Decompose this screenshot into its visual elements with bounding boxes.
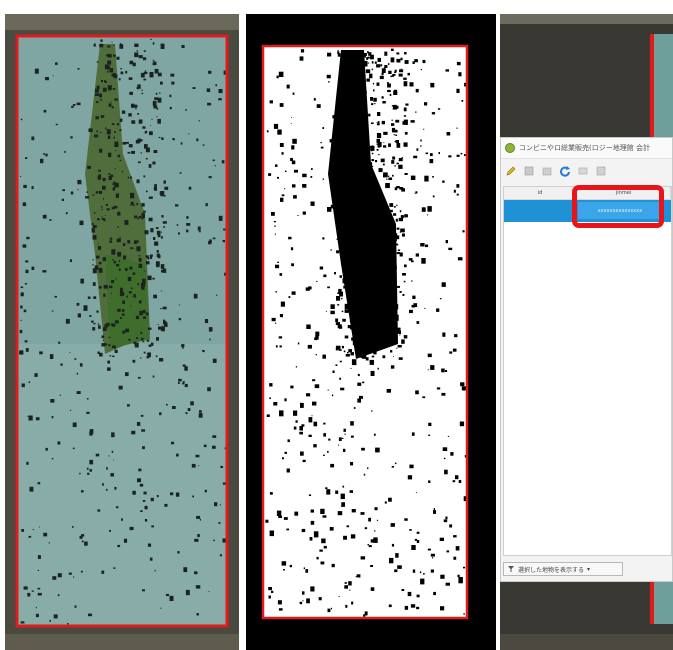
dropdown-arrow-icon: ▾: [587, 565, 591, 573]
toolbar: [501, 159, 672, 183]
filter-icon[interactable]: [577, 165, 589, 177]
attribute-table: id jinmei xxxxxxxxxxxxxxx: [503, 186, 672, 556]
dialog-title: コンビニやロ総業販売(ロジー地理館 会計: [519, 144, 650, 152]
show-selected-label: 選択した地物を表示する: [518, 566, 585, 574]
save-icon[interactable]: [523, 165, 535, 177]
show-selected-features-button[interactable]: 選択した地物を表示する ▾: [503, 562, 623, 576]
pencil-icon[interactable]: [505, 165, 517, 177]
refresh-icon[interactable]: [559, 165, 571, 177]
binary-mask-image: [246, 14, 496, 650]
highlight-annotation-box: [572, 185, 664, 228]
qgis-attribute-panel: コンビニやロ総業販売(ロジー地理館 会計 id jinmei xxxxxxxxx…: [500, 14, 673, 650]
rgb-aerial-image: [5, 14, 239, 650]
filter-funnel-icon: [507, 565, 515, 573]
zoom-icon[interactable]: [595, 165, 607, 177]
copy-icon[interactable]: [541, 165, 553, 177]
dialog-title-bar: コンビニやロ総業販売(ロジー地理館 会計: [501, 138, 672, 159]
column-header-id[interactable]: id: [504, 187, 578, 199]
qgis-logo-icon: [505, 143, 515, 153]
